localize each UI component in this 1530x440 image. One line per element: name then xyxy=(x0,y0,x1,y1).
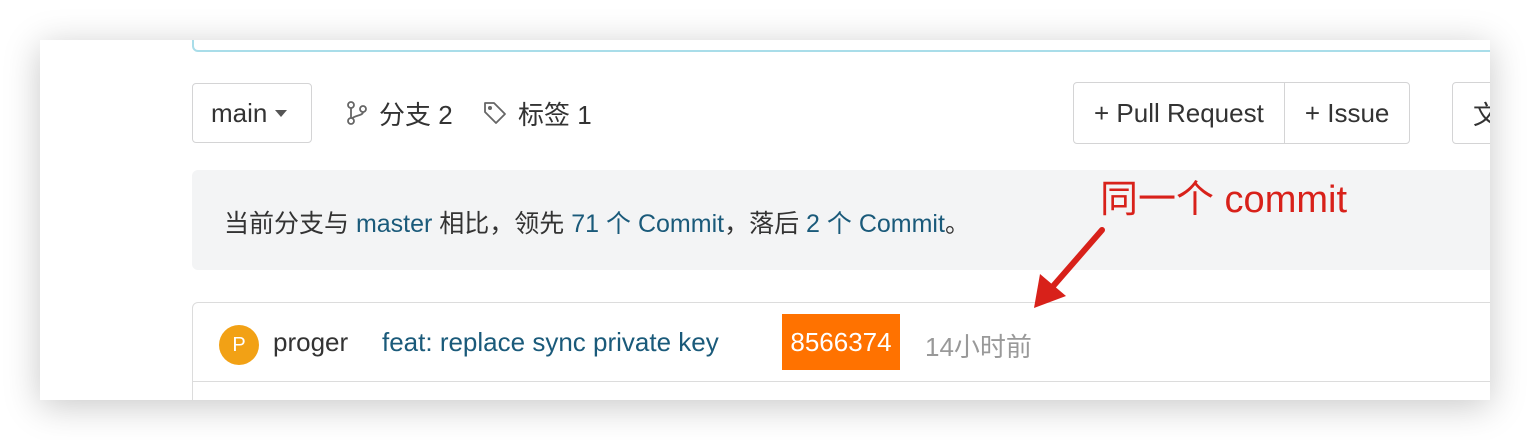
compare-text: 当前分支与 master 相比，领先 71 个 Commit，落后 2 个 Co… xyxy=(224,204,970,240)
annotation-arrow-icon xyxy=(1034,227,1105,308)
compare-ahead-text: 相比，领先 xyxy=(432,210,572,238)
avatar[interactable]: P xyxy=(219,325,259,365)
git-branch-icon xyxy=(347,101,367,125)
commit-author[interactable]: proger xyxy=(273,327,348,358)
branch-select[interactable]: main xyxy=(192,83,312,143)
compare-prefix: 当前分支与 xyxy=(224,210,356,238)
file-button[interactable]: 文 xyxy=(1452,82,1490,144)
annotation-label: 同一个 commit xyxy=(1100,179,1348,221)
pull-request-button[interactable]: + Pull Request xyxy=(1074,83,1284,143)
commit-time: 14小时前 xyxy=(925,332,1032,362)
compare-behind-text: ，落后 xyxy=(724,210,807,238)
branches-count: 分支 2 xyxy=(379,99,453,130)
branch-select-label: main xyxy=(211,97,268,128)
input-box-edge xyxy=(192,40,1490,52)
action-button-group: + Pull Request + Issue xyxy=(1073,82,1411,144)
divider xyxy=(193,381,1490,382)
commit-sha[interactable]: 8566374 xyxy=(782,314,900,370)
commit-message-link[interactable]: feat: replace sync private key xyxy=(382,327,719,358)
compare-suffix: 。 xyxy=(944,210,970,238)
issue-button[interactable]: + Issue xyxy=(1283,83,1410,143)
tags-link[interactable]: 标签 1 xyxy=(482,83,592,143)
tag-icon xyxy=(484,102,506,124)
branches-link[interactable]: 分支 2 xyxy=(345,83,453,143)
latest-commit-bar: P proger feat: replace sync private key … xyxy=(192,302,1490,400)
caret-down-icon xyxy=(275,109,288,117)
behind-commits-link[interactable]: 2 个 Commit xyxy=(806,210,945,238)
base-branch-link[interactable]: master xyxy=(356,210,432,238)
ahead-commits-link[interactable]: 71 个 Commit xyxy=(571,210,724,238)
tags-count: 标签 1 xyxy=(518,99,592,130)
